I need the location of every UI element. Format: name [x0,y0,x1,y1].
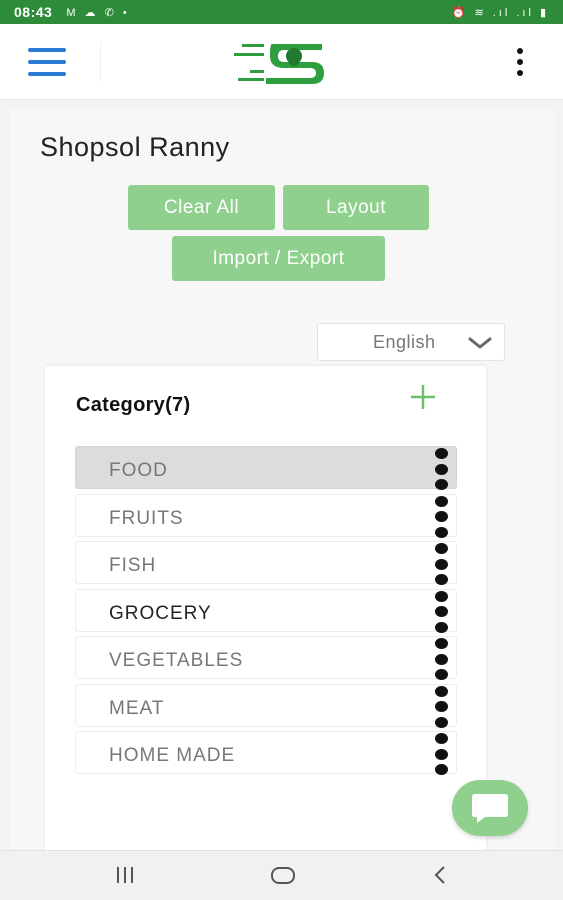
category-item-home-made[interactable]: HOME MADE [75,731,457,775]
chat-button[interactable] [452,780,528,836]
kebab-icon[interactable] [512,48,528,76]
shopsol-logo [234,44,324,84]
hamburger-icon[interactable] [28,48,66,76]
clear-all-button[interactable]: Clear All [128,185,275,230]
app-bar [0,24,563,100]
drag-handle-icon[interactable] [434,448,448,490]
drag-handle-icon[interactable] [434,685,448,728]
chevron-down-icon [468,337,492,349]
category-card: Category(7) FOOD FRUITS FISH GROCERY VEG… [45,366,486,851]
category-item-fruits[interactable]: FRUITS [75,493,457,538]
status-time: 08:43 [14,4,53,20]
plus-icon[interactable] [408,382,438,412]
recent-apps-icon[interactable] [113,863,137,887]
drag-handle-icon[interactable] [434,638,448,680]
category-item-meat[interactable]: MEAT [75,683,457,728]
navigation-bar [0,850,563,900]
category-label: GROCERY [109,602,212,624]
chat-bubble-icon [472,794,508,823]
notification-icons: M ☁ ✆ • [66,6,130,19]
category-label: MEAT [109,697,165,719]
page-content: Shopsol Ranny Clear All Layout Import / … [10,110,555,851]
category-label: FOOD [109,460,168,481]
drag-handle-icon[interactable] [434,733,448,775]
system-icons: ⏰ ≋ .ıl .ıl ▮ [451,6,549,19]
category-label: HOME MADE [109,745,236,766]
category-list: FOOD FRUITS FISH GROCERY VEGETABLES MEAT [75,446,457,779]
drag-handle-icon[interactable] [434,495,448,538]
drag-handle-icon[interactable] [434,590,448,633]
category-label: VEGETABLES [109,650,244,671]
language-value: English [373,331,436,352]
category-item-grocery[interactable]: GROCERY [75,588,457,633]
home-icon[interactable] [270,863,296,887]
app-bar-divider [100,42,101,82]
import-export-button[interactable]: Import / Export [172,236,385,281]
page-title: Shopsol Ranny [40,132,230,162]
drag-handle-icon[interactable] [434,543,448,585]
category-heading: Category(7) [76,394,191,416]
back-icon[interactable] [430,863,450,887]
status-bar: 08:43 M ☁ ✆ • ⏰ ≋ .ıl .ıl ▮ [0,0,563,24]
category-label: FISH [109,555,157,576]
category-item-food[interactable]: FOOD [75,446,457,490]
category-item-vegetables[interactable]: VEGETABLES [75,636,457,680]
category-item-fish[interactable]: FISH [75,541,457,585]
layout-button[interactable]: Layout [283,185,429,230]
language-select[interactable]: English [317,323,505,361]
category-label: FRUITS [109,507,184,529]
